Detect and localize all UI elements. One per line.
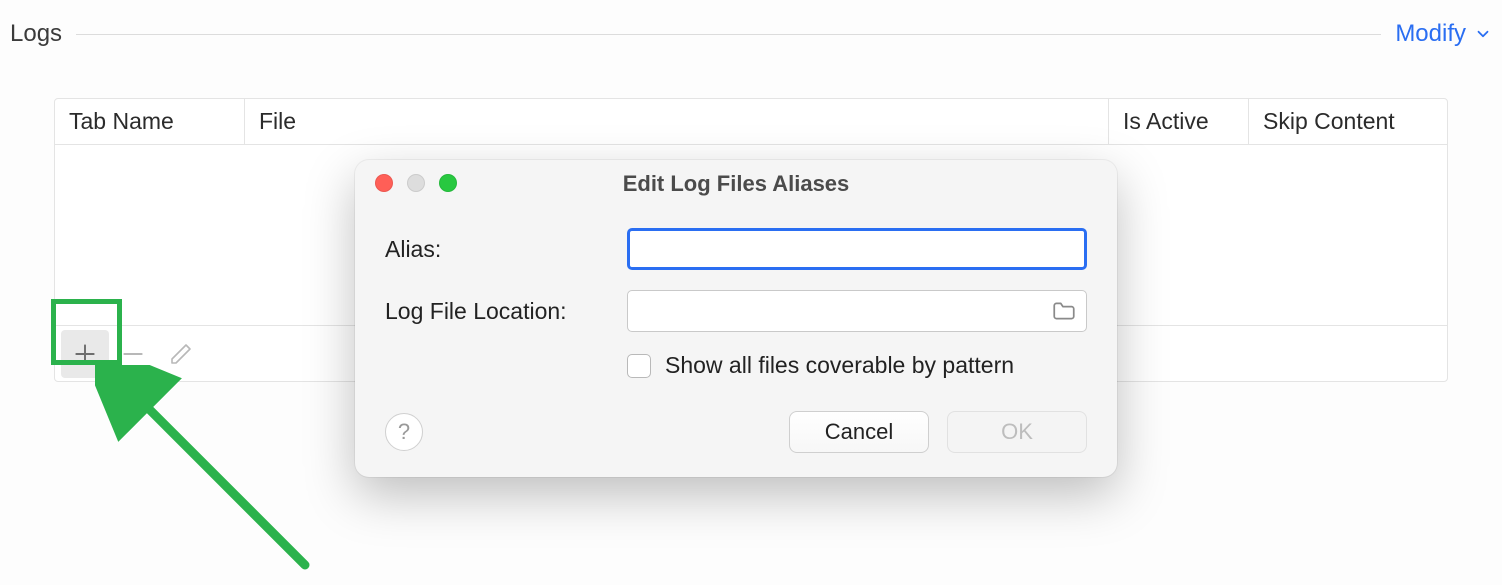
ok-label: OK xyxy=(1001,419,1033,445)
chevron-down-icon xyxy=(1474,25,1492,43)
edit-button[interactable] xyxy=(157,330,205,378)
section-title: Logs xyxy=(10,20,76,48)
edit-log-files-aliases-dialog: Edit Log Files Aliases Alias: Log File L… xyxy=(355,160,1117,477)
column-tab-name[interactable]: Tab Name xyxy=(55,99,245,144)
zoom-window-button[interactable] xyxy=(439,174,457,192)
minimize-window-button[interactable] xyxy=(407,174,425,192)
column-file[interactable]: File xyxy=(245,99,1109,144)
show-all-row: Show all files coverable by pattern xyxy=(627,352,1087,379)
browse-location-button[interactable] xyxy=(1051,298,1077,324)
section-header: Logs Modify xyxy=(10,14,1492,54)
table-header: Tab Name File Is Active Skip Content xyxy=(55,99,1447,145)
section-divider xyxy=(76,34,1381,35)
ok-button[interactable]: OK xyxy=(947,411,1087,453)
log-file-location-input[interactable] xyxy=(627,290,1087,332)
add-button[interactable] xyxy=(61,330,109,378)
dialog-body: Alias: Log File Location: Show all files… xyxy=(355,208,1117,411)
minus-icon xyxy=(120,341,146,367)
show-all-label: Show all files coverable by pattern xyxy=(665,352,1014,379)
cancel-label: Cancel xyxy=(825,419,893,445)
help-icon: ? xyxy=(398,419,410,445)
alias-row: Alias: xyxy=(385,228,1087,270)
close-window-button[interactable] xyxy=(375,174,393,192)
show-all-checkbox[interactable] xyxy=(627,354,651,378)
window-controls xyxy=(375,174,457,192)
column-skip-content[interactable]: Skip Content xyxy=(1249,99,1447,144)
dialog-footer: ? Cancel OK xyxy=(355,411,1117,477)
cancel-button[interactable]: Cancel xyxy=(789,411,929,453)
dialog-title: Edit Log Files Aliases xyxy=(355,171,1117,197)
modify-dropdown[interactable]: Modify xyxy=(1381,20,1492,48)
pencil-icon xyxy=(169,342,193,366)
annotation-arrow xyxy=(95,365,325,585)
location-label: Log File Location: xyxy=(385,298,627,325)
column-is-active[interactable]: Is Active xyxy=(1109,99,1249,144)
modify-label: Modify xyxy=(1395,20,1466,48)
help-button[interactable]: ? xyxy=(385,413,423,451)
dialog-titlebar[interactable]: Edit Log Files Aliases xyxy=(355,160,1117,208)
remove-button[interactable] xyxy=(109,330,157,378)
folder-icon xyxy=(1051,298,1077,324)
plus-icon xyxy=(72,341,98,367)
alias-label: Alias: xyxy=(385,236,627,263)
location-row: Log File Location: xyxy=(385,290,1087,332)
alias-input[interactable] xyxy=(627,228,1087,270)
